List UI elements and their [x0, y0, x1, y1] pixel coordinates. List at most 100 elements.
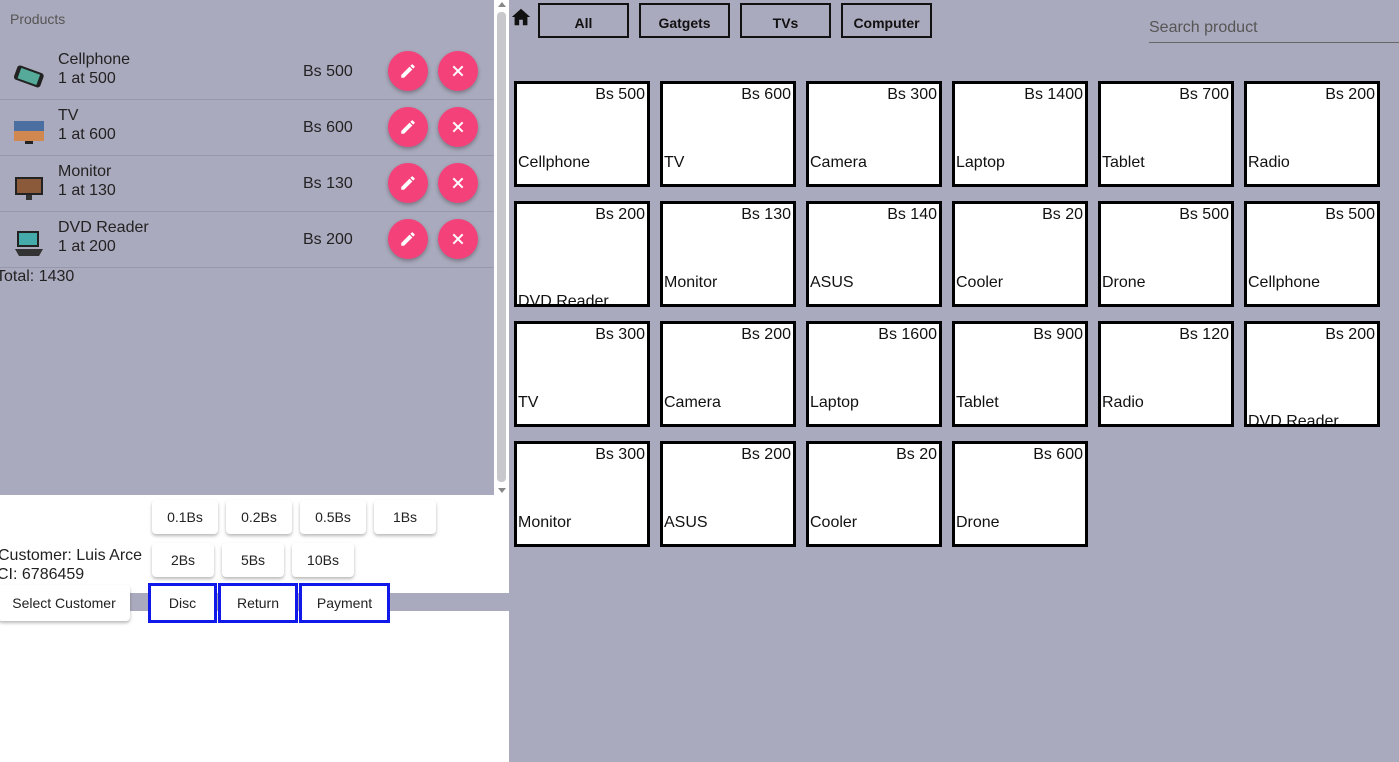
- product-card[interactable]: Bs 200 Camera: [660, 321, 796, 427]
- cart-title: Products: [10, 11, 66, 27]
- product-price: Bs 600: [1031, 446, 1085, 464]
- monitor-thumbnail: [15, 177, 43, 200]
- product-name: Radio: [1247, 154, 1292, 172]
- customer-name: Customer: Luis Arce: [0, 547, 143, 564]
- product-name: TV: [663, 154, 687, 172]
- product-price: Bs 140: [885, 206, 939, 224]
- edit-item-button[interactable]: [388, 51, 428, 91]
- cart-item-price: Bs 500: [303, 63, 353, 80]
- product-card[interactable]: Bs 200 DVD Reader: [1244, 321, 1380, 427]
- product-price: Bs 300: [593, 326, 647, 344]
- product-name: Laptop: [809, 394, 861, 412]
- product-card[interactable]: Bs 300 Monitor: [514, 441, 650, 547]
- product-price: Bs 700: [1177, 86, 1231, 104]
- close-icon: [452, 177, 464, 189]
- money-button-0.2[interactable]: 0.2Bs: [226, 500, 292, 534]
- edit-item-button[interactable]: [388, 107, 428, 147]
- cart-item-qty: 1 at 130: [58, 182, 116, 199]
- product-card[interactable]: Bs 300 Camera: [806, 81, 942, 187]
- product-name: Cooler: [809, 514, 860, 532]
- search-field[interactable]: [1149, 13, 1399, 43]
- money-button-0.1[interactable]: 0.1Bs: [152, 500, 218, 534]
- product-name: Cellphone: [1247, 274, 1323, 292]
- cart-item-qty: 1 at 600: [58, 126, 116, 143]
- product-price: Bs 1400: [1022, 86, 1085, 104]
- discount-button[interactable]: Disc: [148, 583, 217, 623]
- money-button-0.5[interactable]: 0.5Bs: [300, 500, 366, 534]
- edit-item-button[interactable]: [388, 163, 428, 203]
- product-name: ASUS: [809, 274, 856, 292]
- product-price: Bs 500: [1177, 206, 1231, 224]
- product-name: Cellphone: [517, 154, 593, 172]
- product-price: Bs 200: [1323, 86, 1377, 104]
- product-card[interactable]: ASUS Bs 200ASUS: [660, 441, 796, 547]
- product-card[interactable]: Bs 20 Cooler: [952, 201, 1088, 307]
- remove-item-button[interactable]: [438, 51, 478, 91]
- product-name: DVD Reader: [1247, 413, 1341, 424]
- product-card[interactable]: SONY Bs 120Radio: [1098, 321, 1234, 427]
- category-tvs-button[interactable]: TVs: [740, 3, 831, 38]
- remove-item-button[interactable]: [438, 163, 478, 203]
- product-price: Bs 900: [1031, 326, 1085, 344]
- payment-button[interactable]: Payment: [299, 583, 390, 623]
- money-button-2[interactable]: 2Bs: [152, 543, 214, 577]
- cart-list: Products Cellphone 1 at 500 Bs 500 TV 1 …: [0, 0, 494, 495]
- tv-thumbnail: [14, 121, 44, 144]
- pencil-icon: [401, 120, 415, 134]
- product-name: Radio: [1101, 394, 1146, 412]
- product-price: Bs 120: [1177, 326, 1231, 344]
- cart-item: TV 1 at 600 Bs 600: [0, 100, 494, 156]
- product-card[interactable]: Bs 500 Cellphone: [1244, 201, 1380, 307]
- product-name: Camera: [809, 154, 869, 172]
- category-computer-button[interactable]: Computer: [841, 3, 932, 38]
- product-card[interactable]: Bs 700 Tablet: [1098, 81, 1234, 187]
- scrollbar-thumb[interactable]: [497, 12, 506, 482]
- cart-scrollbar[interactable]: [494, 0, 509, 495]
- money-button-1[interactable]: 1Bs: [374, 500, 436, 534]
- product-card[interactable]: Bs 600 Drone: [952, 441, 1088, 547]
- cart-item-name: TV: [58, 107, 79, 124]
- remove-item-button[interactable]: [438, 107, 478, 147]
- money-button-10[interactable]: 10Bs: [292, 543, 354, 577]
- product-card[interactable]: Bs 500 Drone: [1098, 201, 1234, 307]
- product-name: TV: [517, 394, 541, 412]
- scroll-down-arrow-icon[interactable]: [498, 488, 506, 493]
- product-price: Bs 300: [885, 86, 939, 104]
- cart-item-price: Bs 200: [303, 231, 353, 248]
- product-name: Monitor: [663, 274, 720, 292]
- product-name: Tablet: [955, 394, 1001, 412]
- cart-total: Total: 1430: [0, 268, 75, 285]
- product-card[interactable]: Bs 1600 Laptop: [806, 321, 942, 427]
- product-card[interactable]: Bs 200 DVD Reader: [514, 201, 650, 307]
- category-all-button[interactable]: All: [538, 3, 629, 38]
- product-card[interactable]: SONY Bs 200Radio: [1244, 81, 1380, 187]
- product-name: Cooler: [955, 274, 1006, 292]
- search-input[interactable]: [1149, 13, 1399, 42]
- cart-item: Monitor 1 at 130 Bs 130: [0, 156, 494, 212]
- cellphone-thumbnail: [13, 65, 44, 88]
- remove-item-button[interactable]: [438, 219, 478, 259]
- cart-item-qty: 1 at 500: [58, 70, 116, 87]
- category-gatgets-button[interactable]: Gatgets: [639, 3, 730, 38]
- pencil-icon: [401, 64, 415, 78]
- select-customer-button[interactable]: Select Customer: [0, 585, 130, 621]
- money-button-5[interactable]: 5Bs: [222, 543, 284, 577]
- return-button[interactable]: Return: [218, 583, 298, 623]
- product-card[interactable]: SONY Bs 600TV: [660, 81, 796, 187]
- product-price: Bs 500: [1323, 206, 1377, 224]
- product-name: DVD Reader: [517, 293, 611, 304]
- product-card[interactable]: Bs 1400 Laptop: [952, 81, 1088, 187]
- product-card[interactable]: Bs 900 Tablet: [952, 321, 1088, 427]
- customer-ci: CI: 6786459: [0, 566, 85, 583]
- product-card[interactable]: Bs 500 Cellphone: [514, 81, 650, 187]
- edit-item-button[interactable]: [388, 219, 428, 259]
- product-card[interactable]: SONY Bs 300TV: [514, 321, 650, 427]
- cart-item-name: Monitor: [58, 163, 112, 180]
- product-name: Drone: [955, 514, 1002, 532]
- scroll-up-arrow-icon[interactable]: [498, 2, 506, 7]
- home-icon[interactable]: [510, 6, 532, 28]
- product-price: Bs 130: [739, 206, 793, 224]
- product-card[interactable]: Bs 20 Cooler: [806, 441, 942, 547]
- product-card[interactable]: Bs 130 Monitor: [660, 201, 796, 307]
- product-card[interactable]: ASUS Bs 140ASUS: [806, 201, 942, 307]
